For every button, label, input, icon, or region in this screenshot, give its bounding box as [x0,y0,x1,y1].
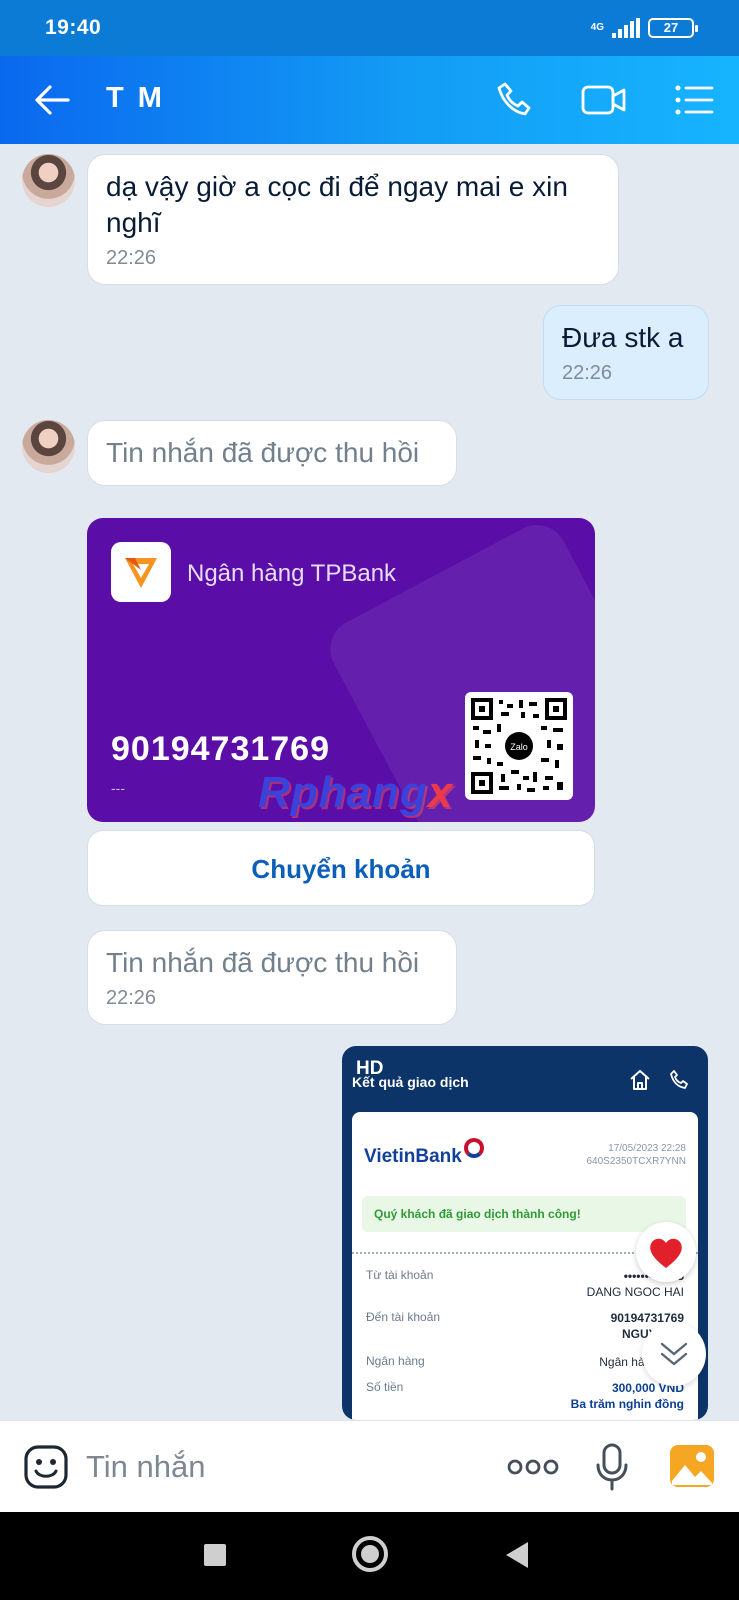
phone-icon [497,82,531,116]
voice-call-button[interactable] [493,78,537,122]
home-icon [630,1070,650,1090]
back-button[interactable] [32,78,72,122]
message-time: 22:26 [106,247,157,269]
status-time: 19:40 [45,16,102,39]
battery-icon: 27 [648,18,698,38]
gallery-button[interactable] [668,1443,716,1489]
row-label: Số tiền [366,1380,404,1394]
message-bubble-received[interactable]: dạ vậy giờ a cọc đi để ngay mai e xin ng… [87,154,619,285]
message-input[interactable] [86,1443,476,1491]
receipt-header: Kết quả giao dịch HD [342,1046,708,1112]
recalled-message-bubble[interactable]: Tin nhắn đã được thu hồi [87,420,457,486]
watermark: Rphangx [258,768,453,818]
row-label: Từ tài khoản [366,1268,434,1282]
tpbank-logo-icon [111,542,171,602]
message-time: 22:26 [106,987,157,1009]
vietinbank-ring-icon [463,1138,484,1158]
recalled-message-text: Tin nhắn đã được thu hồi [106,947,420,978]
receipt-date: 17/05/2023 22:28 [608,1143,686,1154]
network-type: 4G [590,22,604,33]
message-text: dạ vậy giờ a cọc đi để ngay mai e xin ng… [106,171,568,238]
row-label: Ngân hàng [366,1354,425,1368]
status-bar: 19:40 4G 27 [0,0,739,56]
recalled-message-text: Tin nhắn đã được thu hồi [106,437,420,468]
watermark-accent: x [427,768,454,817]
message-time: 22:26 [562,362,613,384]
qr-code-icon: Zalo [471,698,567,794]
chevron-double-down-icon [660,1342,688,1366]
bank-logo-text: VietinBank [364,1146,462,1167]
list-menu-icon [675,85,714,115]
receipt-datetime: 17/05/2023 22:28 640S2350TCXR7YNN [587,1142,687,1168]
recent-apps-icon[interactable] [204,1544,226,1566]
hd-badge: HD [356,1058,384,1079]
qr-code[interactable]: Zalo [465,692,573,800]
chat-header: T M [0,56,739,144]
microphone-icon [596,1443,628,1491]
receipt-row: Đến tài khoản 90194731769NGUYEN T [366,1310,684,1341]
sticker-button[interactable] [22,1443,70,1491]
video-call-button[interactable] [580,78,626,122]
account-owner: --- [111,780,125,796]
recalled-message-bubble[interactable]: Tin nhắn đã được thu hồi 22:26 [87,930,457,1025]
react-button[interactable] [636,1222,696,1282]
chat-title[interactable]: T M [106,82,165,115]
phone-icon [670,1070,688,1089]
home-button-icon[interactable] [352,1536,388,1572]
bank-name: Ngân hàng TPBank [187,560,397,587]
vietinbank-logo: VietinBank [364,1138,484,1168]
account-number: 90194731769 [111,730,331,768]
message-text: Đưa stk a [562,322,684,353]
chat-options-button[interactable] [672,78,716,122]
image-gallery-icon [670,1445,714,1487]
message-composer [0,1420,739,1512]
transfer-button[interactable]: Chuyển khoản [87,830,595,906]
back-triangle-icon[interactable] [506,1542,528,1568]
more-dots-icon [507,1459,559,1475]
arrow-left-icon [35,85,70,115]
qr-label: Zalo [510,742,528,752]
receipt-row: Số tiền 300,000 VND Ba trăm nghin đồng [366,1380,684,1411]
voice-message-button[interactable] [592,1441,632,1493]
heart-icon [650,1238,682,1268]
signal-icon [612,18,640,38]
receipt-ref: 640S2350TCXR7YNN [586,1156,687,1167]
contact-avatar[interactable] [22,420,75,473]
receipt-row: Ngân hàng Ngân hàng Tiên [366,1354,684,1369]
message-bubble-sent[interactable]: Đưa stk a 22:26 [543,305,709,400]
status-icons: 4G 27 [590,18,698,38]
video-camera-icon [581,85,626,115]
watermark-text: Rphang [258,768,428,817]
scroll-down-button[interactable] [642,1322,706,1386]
system-nav-bar [0,1512,739,1600]
more-options-button[interactable] [506,1451,560,1483]
row-label: Đến tài khoản [366,1310,441,1324]
sticker-icon [24,1445,68,1489]
contact-avatar[interactable] [22,154,75,207]
